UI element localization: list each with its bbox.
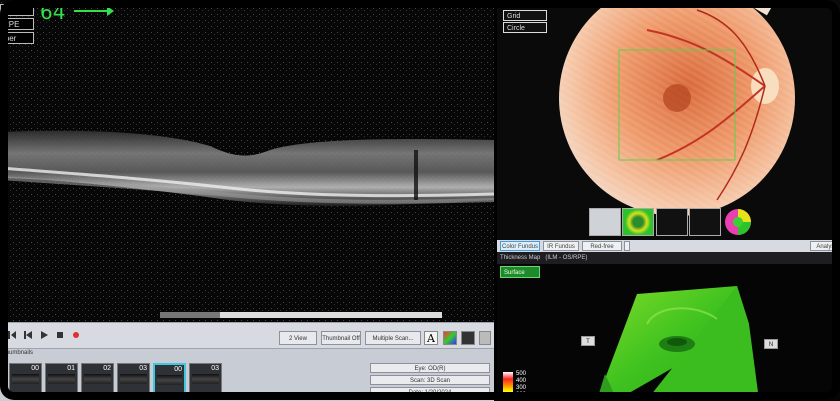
overlay-menu-item[interactable]: Overlay <box>503 0 547 8</box>
circle-menu-item[interactable]: Circle <box>503 22 547 33</box>
fundus-thumb-map-icon[interactable] <box>589 208 621 236</box>
thickness-legend-bar <box>503 372 513 400</box>
thumbnail-item-selected[interactable]: 00 <box>153 363 186 399</box>
thickness-map-title: Thickness Map <box>500 255 541 261</box>
play-icon[interactable] <box>38 329 50 341</box>
fundus-thumb-sector-icon[interactable] <box>722 208 754 236</box>
thumbnails-panel: Thumbnails 00 01 02 03 00 03 Eye: OD(R) … <box>0 348 494 401</box>
legend-label: 300 <box>516 385 527 391</box>
thumbnail-item[interactable]: 02 <box>81 363 114 399</box>
scan-info[interactable]: Scan: 3D Scan <box>370 375 490 385</box>
step-back-icon[interactable] <box>22 329 34 341</box>
grid-menu-item[interactable]: Grid <box>503 10 547 21</box>
tab-color-fundus[interactable]: Color Fundus <box>500 241 540 251</box>
fundus-thumb-grid2-icon[interactable] <box>689 208 721 236</box>
legend-label: 500 <box>516 371 527 377</box>
stop-icon[interactable] <box>54 329 66 341</box>
eye-info[interactable]: Eye: OD(R) <box>370 363 490 373</box>
thumbnail-item[interactable]: 03 <box>189 363 222 399</box>
legend-label: 400 <box>516 378 527 384</box>
layer-button-rpe[interactable]: RPE <box>0 18 34 30</box>
grayscale-icon[interactable] <box>461 331 475 345</box>
oct-bscan-image <box>0 0 494 322</box>
thumbnail-item[interactable]: 01 <box>45 363 78 399</box>
direction-n-label: N <box>764 339 778 349</box>
tab-checkbox[interactable] <box>624 241 630 251</box>
oct-bscan-panel[interactable]: 64 RPE lper <box>0 0 494 322</box>
slice-number: 64 <box>40 0 66 24</box>
fundus-thumb-grid-icon[interactable] <box>656 208 688 236</box>
fundus-image[interactable] <box>497 0 840 240</box>
playback-toolbar: 2 View Thumbnail Off Multiple Scan... A <box>0 322 494 349</box>
legend-label: 200 <box>516 392 527 398</box>
tab-ir-fundus[interactable]: IR Fundus <box>543 241 579 251</box>
thumbnail-item[interactable]: 03 <box>117 363 150 399</box>
thumbnail-toggle-button[interactable]: Thumbnail Off <box>321 331 361 345</box>
thumbnail-item[interactable]: 00 <box>9 363 42 399</box>
direction-t-label: T <box>581 336 595 346</box>
layer-button-ilm[interactable] <box>0 4 34 16</box>
annotation-text-icon[interactable]: A <box>424 331 438 345</box>
date-info[interactable]: Date: 1/20/2024 <box>370 387 490 397</box>
layer-button-upper[interactable]: lper <box>0 32 34 44</box>
scan-select[interactable]: Multiple Scan... <box>365 331 421 345</box>
scan-direction-arrow-icon <box>74 6 114 16</box>
tab-red-free[interactable]: Red-free <box>582 241 622 251</box>
fundus-panel <box>497 0 840 240</box>
fullscreen-icon[interactable] <box>479 331 491 345</box>
record-icon[interactable] <box>70 329 82 341</box>
skip-start-icon[interactable] <box>6 329 18 341</box>
thickness-3d-surface[interactable] <box>497 264 840 400</box>
tab-analysis[interactable]: Analysi <box>810 241 840 251</box>
fundus-thumb-thickness-icon[interactable] <box>622 208 654 236</box>
thickness-map-header: Thickness Map (ILM - OS/RPE) <box>497 252 840 264</box>
thumbnails-title: Thumbnails <box>2 350 34 356</box>
view-button[interactable]: 2 View <box>279 331 317 345</box>
color-map-icon[interactable] <box>443 331 457 345</box>
thickness-map-subtitle: (ILM - OS/RPE) <box>545 255 588 261</box>
